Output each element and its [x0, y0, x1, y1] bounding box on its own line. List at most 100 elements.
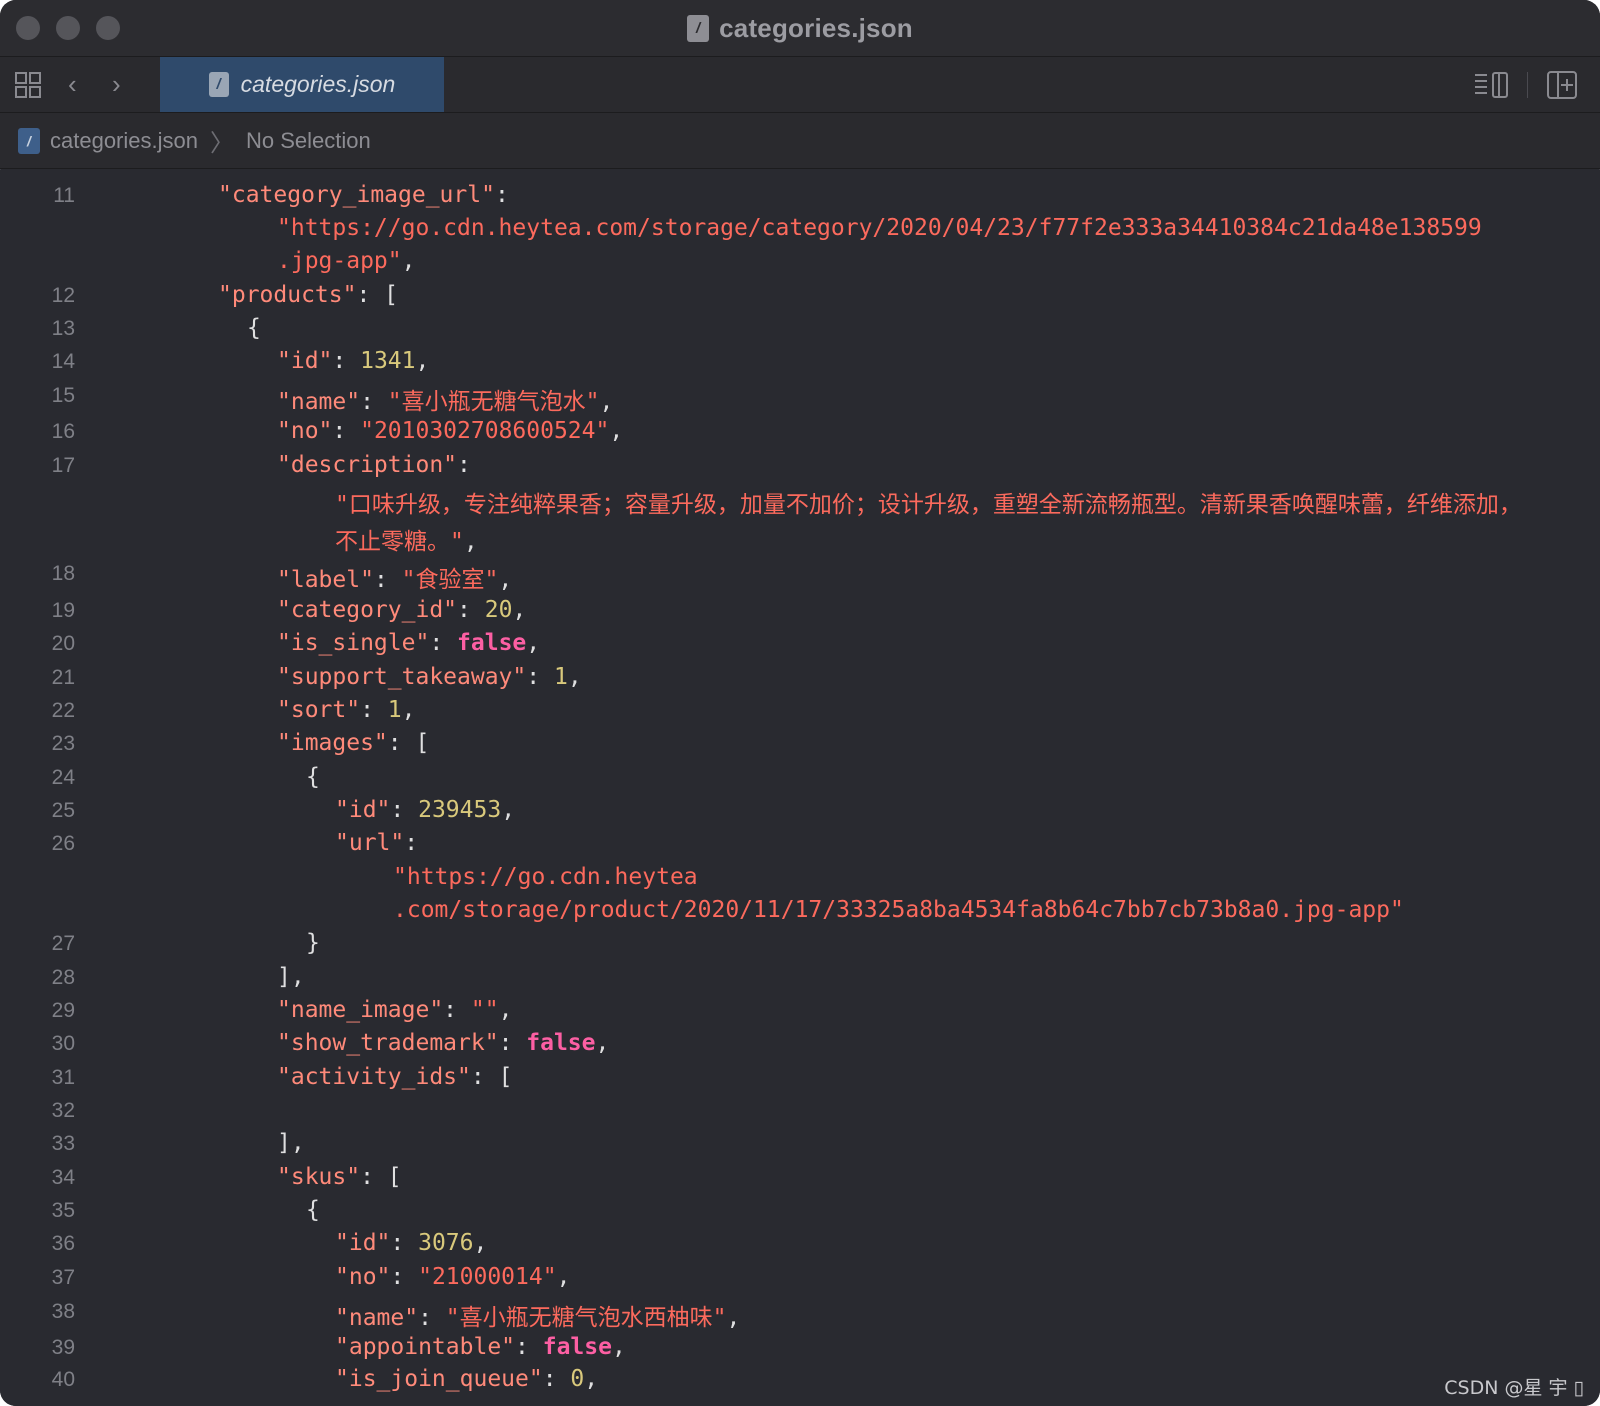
line-number: 28 — [51, 966, 75, 989]
code-text: "support_takeaway": 1, — [277, 664, 582, 690]
code-token: "appointable" — [335, 1334, 516, 1360]
code-text: "category_image_url": — [218, 182, 509, 208]
line-number: 23 — [51, 732, 75, 755]
forward-chevron-icon[interactable]: › — [112, 69, 121, 99]
code-token: , — [526, 630, 541, 656]
jump-bar: categories.json 〉 No Selection — [0, 113, 1600, 169]
toolbar-divider — [1527, 72, 1528, 98]
code-token: "images" — [277, 730, 388, 756]
code-text: .jpg-app", — [277, 248, 415, 274]
code-token: "url" — [335, 830, 405, 856]
code-token: : — [526, 664, 554, 690]
code-token: , — [726, 1305, 741, 1331]
code-token: : — [494, 182, 509, 208]
code-token: "products" — [218, 282, 357, 308]
code-token: , — [556, 1264, 571, 1290]
breadcrumb-file[interactable]: categories.json — [50, 128, 198, 154]
line-number: 24 — [51, 766, 75, 789]
tab-categories-json[interactable]: categories.json — [160, 57, 444, 112]
code-token: { — [306, 764, 320, 790]
code-token: : [ — [356, 282, 399, 308]
code-token: 1 — [387, 697, 402, 723]
code-token: : — [457, 597, 485, 623]
code-token: "https://go.cdn.heytea — [393, 864, 698, 890]
line-number: 35 — [51, 1199, 75, 1222]
watermark: CSDN @星 宇 ▯ — [1444, 1377, 1584, 1399]
code-token: "label" — [277, 567, 374, 593]
code-token: "skus" — [277, 1164, 361, 1190]
line-number: 31 — [51, 1066, 75, 1089]
line-number: 13 — [51, 317, 75, 340]
code-token: : — [373, 567, 402, 593]
code-token: "" — [470, 997, 499, 1023]
code-text: "name": "喜小瓶无糖气泡水西柚味", — [335, 1298, 740, 1332]
window-title-area: categories.json — [0, 0, 1600, 56]
code-text: "no": "21000014", — [335, 1264, 570, 1290]
back-chevron-icon[interactable]: ‹ — [68, 69, 77, 99]
code-token: , — [498, 567, 513, 593]
code-token: : — [542, 1366, 571, 1392]
line-number: 30 — [51, 1032, 75, 1055]
code-text: "id": 1341, — [277, 348, 429, 374]
code-token: : — [418, 1305, 446, 1331]
code-token: "is_join_queue" — [335, 1366, 543, 1392]
code-token: , — [512, 597, 527, 623]
code-token: , — [415, 348, 430, 374]
code-token: , — [498, 997, 513, 1023]
code-text: "products": [ — [218, 282, 398, 308]
code-text: "id": 3076, — [335, 1230, 487, 1256]
code-text: "label": "食验室", — [277, 560, 512, 594]
code-token: "category_id" — [277, 597, 458, 623]
code-token: : — [360, 389, 388, 415]
title-bar: categories.json — [0, 0, 1600, 57]
code-token: : [ — [360, 1164, 402, 1190]
code-token: .jpg-app" — [277, 248, 402, 274]
line-number: 12 — [51, 284, 75, 307]
code-token: : — [332, 418, 361, 444]
code-text: "skus": [ — [277, 1164, 402, 1190]
code-token: "21000014" — [418, 1264, 557, 1290]
code-text: "口味升级，专注纯粹果香；容量升级，加量不加价；设计升级，重塑全新流畅瓶型。清新… — [335, 485, 1522, 519]
line-number: 26 — [51, 832, 75, 855]
code-token: : — [332, 348, 361, 374]
add-editor-icon[interactable] — [1544, 69, 1582, 101]
editor-options-icon[interactable] — [1473, 69, 1511, 101]
code-text: "is_join_queue": 0, — [335, 1366, 598, 1392]
code-editor[interactable]: 1 1 "category_image_url": "https://go.cdn.h… — [0, 170, 1600, 1406]
breadcrumb-selection[interactable]: No Selection — [246, 128, 371, 154]
code-token: : [ — [387, 730, 430, 756]
code-token: , — [611, 1334, 626, 1360]
code-token: : — [390, 797, 419, 823]
code-text: "images": [ — [277, 730, 429, 756]
code-token: : — [515, 1334, 543, 1360]
code-text: "appointable": false, — [335, 1334, 626, 1360]
line-number: 39 — [51, 1336, 75, 1359]
code-token: 1341 — [360, 348, 416, 374]
line-number: 14 — [51, 350, 75, 373]
code-token: , — [584, 1366, 599, 1392]
code-text: "description": — [277, 452, 471, 478]
code-token: "id" — [335, 797, 391, 823]
code-text: "url": — [335, 830, 418, 856]
code-text: .com/storage/product/2020/11/17/33325a8b… — [393, 897, 1404, 923]
code-token: , — [473, 1230, 488, 1256]
code-token: "id" — [277, 348, 333, 374]
code-token: : — [429, 630, 458, 656]
code-token: 1 — [553, 664, 568, 690]
code-token: { — [247, 315, 261, 341]
code-token: "description" — [277, 452, 458, 478]
code-token: "is_single" — [277, 630, 430, 656]
code-token: false — [542, 1334, 612, 1360]
related-items-grid-icon[interactable] — [14, 71, 42, 99]
line-number: 19 — [51, 599, 75, 622]
code-text: { — [247, 315, 261, 341]
code-token: , — [463, 529, 478, 555]
code-token: : — [390, 1230, 419, 1256]
line-number: 27 — [51, 932, 75, 955]
code-token: : [ — [470, 1064, 513, 1090]
breadcrumb-chevron-icon: 〉 — [209, 130, 234, 157]
code-text: } — [306, 930, 320, 956]
code-token: "name_image" — [277, 997, 444, 1023]
code-text: { — [306, 1197, 320, 1223]
json-file-icon — [18, 127, 40, 154]
